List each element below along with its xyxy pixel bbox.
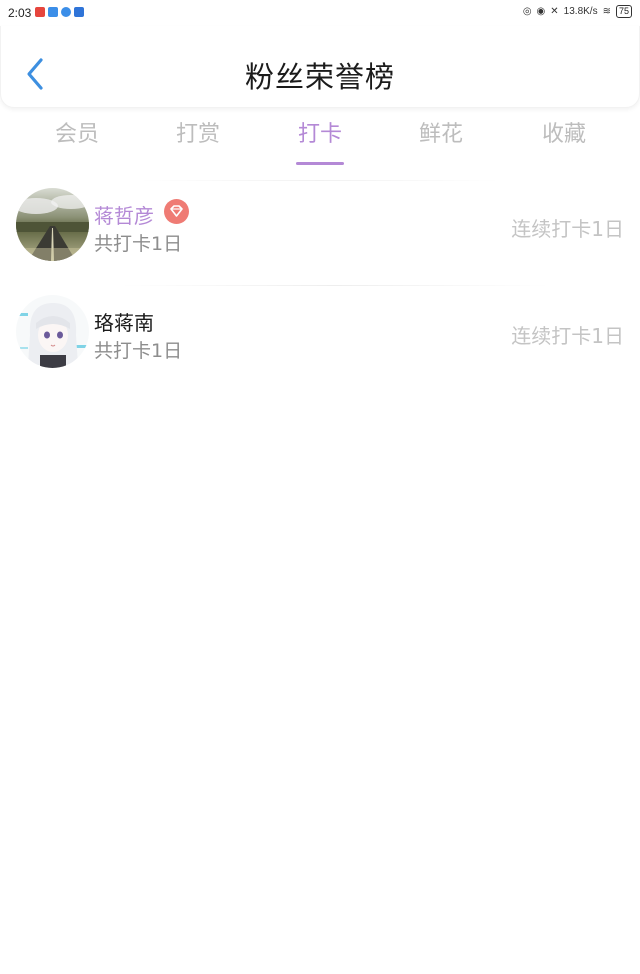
status-right: ◎ ◉ ✕ 13.8K/s ≋ 75 bbox=[523, 5, 632, 18]
page-title: 粉丝荣誉榜 bbox=[244, 60, 395, 94]
diamond-icon bbox=[164, 199, 189, 224]
fan-list-item[interactable]: 蒋哲彦 共打卡1日 连续打卡1日 bbox=[0, 180, 640, 287]
road-landscape-image bbox=[16, 188, 89, 261]
avatar bbox=[16, 295, 89, 368]
status-bar: 2:03 ◎ ◉ ✕ 13.8K/s ≋ 75 bbox=[0, 0, 640, 26]
wifi-icon: ≋ bbox=[602, 6, 611, 17]
fan-name: 蒋哲彦 bbox=[94, 204, 154, 228]
nfc-icon: ◎ bbox=[522, 6, 532, 17]
anime-girl-image bbox=[16, 295, 89, 368]
notification-app-icon bbox=[61, 7, 71, 17]
network-speed: 13.8K/s bbox=[563, 6, 598, 17]
total-checkins: 共打卡1日 bbox=[94, 340, 183, 362]
fan-name: 珞蒋南 bbox=[94, 311, 154, 335]
tab-flowers[interactable]: 鲜花 bbox=[401, 116, 481, 148]
tab-members[interactable]: 会员 bbox=[37, 116, 117, 148]
mute-icon: ✕ bbox=[550, 6, 559, 17]
fan-list-item[interactable]: 珞蒋南 共打卡1日 连续打卡1日 bbox=[0, 287, 640, 394]
total-checkins: 共打卡1日 bbox=[94, 233, 183, 255]
notification-icons bbox=[35, 7, 84, 17]
notification-app-icon bbox=[48, 7, 58, 17]
header: 粉丝荣誉榜 bbox=[0, 26, 640, 108]
tab-bar: 会员 打赏 打卡 鲜花 收藏 bbox=[0, 110, 640, 165]
tab-favorites[interactable]: 收藏 bbox=[524, 116, 604, 148]
avatar bbox=[16, 188, 89, 261]
notification-app-icon bbox=[35, 7, 45, 17]
checkin-streak: 连续打卡1日 bbox=[511, 217, 624, 241]
tab-rewards[interactable]: 打赏 bbox=[158, 116, 238, 148]
row-divider bbox=[120, 285, 550, 286]
notification-app-icon bbox=[74, 7, 84, 17]
checkin-streak: 连续打卡1日 bbox=[511, 324, 624, 348]
battery-indicator: 75 bbox=[615, 5, 632, 18]
eye-icon: ◉ bbox=[536, 6, 546, 17]
tab-checkin[interactable]: 打卡 bbox=[280, 116, 360, 165]
status-time: 2:03 bbox=[8, 6, 32, 20]
